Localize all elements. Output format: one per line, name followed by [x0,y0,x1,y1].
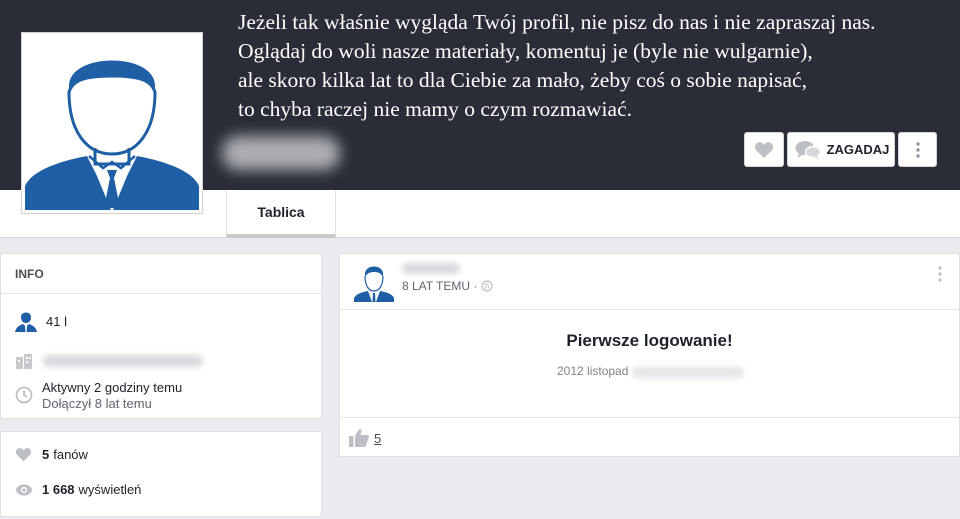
info-last-active: Aktywny 2 godziny temu [42,380,183,395]
post-date-text: 2012 listopad [557,364,629,378]
views-row: 1 668 wyświetleń [15,482,141,497]
info-joined: Dołączył 8 lat temu [42,396,152,411]
info-age-row: 41 l [15,310,67,332]
info-age: 41 l [46,313,67,329]
post-title: Pierwsze logowanie! [566,331,733,350]
post-time-text: 8 LAT TEMU · [402,279,478,293]
fans-row: 5 fanów [15,447,88,462]
ask-button-label: ZAGADAJ [826,142,890,157]
post-like-count[interactable]: 5 [374,431,381,446]
like-profile-button[interactable] [744,132,784,167]
info-location-row [15,353,203,369]
bio-line: to chyba raczej nie mamy o czym rozmawia… [238,97,632,121]
heart-icon [15,448,32,462]
eye-icon [15,484,33,495]
blurred-author-name [402,263,460,274]
globe-icon [481,280,493,292]
heart-icon [754,141,774,158]
clock-icon [15,386,33,404]
post-footer: 5 [340,417,959,457]
default-avatar-icon [25,36,199,210]
post-date: 2012 listopad [557,364,628,378]
tab-tablica[interactable]: Tablica [226,190,336,238]
views-count: 1 668 [42,482,75,497]
blurred-location [43,355,203,367]
fans-count: 5 [42,447,50,462]
more-options-button[interactable] [898,132,937,167]
profile-avatar [21,32,203,214]
stats-card: 5 fanów 1 668 wyświetleń [0,431,322,517]
blurred-date-detail [632,367,744,378]
views-label: wyświetleń [78,482,142,497]
chat-bubbles-icon [795,140,821,159]
vertical-dots-icon [915,141,920,158]
post-timestamp: 8 LAT TEMU · [402,279,493,293]
info-card: INFO 41 l Aktywny 2 godziny temu Dołączy… [0,253,322,419]
thumbs-up-icon[interactable] [349,428,369,447]
info-activity-row: Aktywny 2 godziny temu Dołączył 8 lat te… [15,380,182,412]
post-author-avatar[interactable] [354,262,394,302]
blurred-username [222,136,340,170]
ask-button[interactable]: ZAGADAJ [787,132,895,167]
person-icon [15,312,37,332]
bio-line: ale skoro kilka lat to dla Ciebie za mał… [238,68,807,92]
bio-line: Jeżeli tak właśnie wygląda Twój profil, … [238,10,876,34]
profile-bio: Jeżeli tak właśnie wygląda Twój profil, … [238,8,938,124]
fans-label: fanów [53,447,88,462]
bio-line: Oglądaj do woli nasze materiały, komentu… [238,39,813,63]
info-heading: INFO [1,254,321,294]
post-options-icon[interactable] [938,266,942,282]
building-icon [16,354,32,369]
post-card: 8 LAT TEMU · Pierwsze logowanie! 2012 li… [339,253,960,457]
post-header: 8 LAT TEMU · [340,254,959,310]
